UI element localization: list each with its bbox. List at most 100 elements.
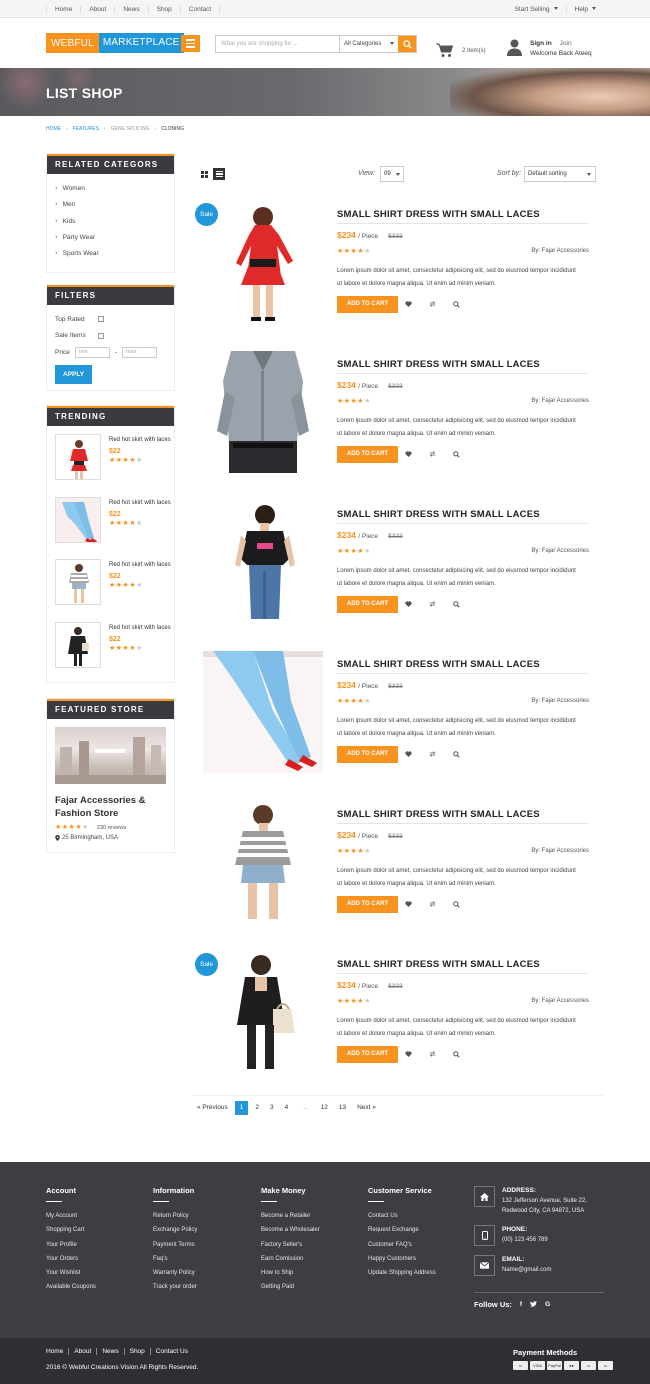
heart-icon[interactable]: [405, 451, 412, 459]
product-image[interactable]: [203, 351, 323, 473]
trending-item[interactable]: Red hot skirt with laces $22 ★★★★★: [47, 426, 174, 489]
help-dropdown[interactable]: Help: [565, 5, 604, 13]
breadcrumb-gene-splicing[interactable]: GENE SPLICING: [111, 126, 150, 132]
product-seller[interactable]: By: Fajar Accessories: [531, 248, 589, 254]
footer-link[interactable]: Exchange Policy: [153, 1225, 197, 1239]
footer-link[interactable]: Contact Us: [368, 1211, 436, 1225]
start-selling-dropdown[interactable]: Start Selling: [507, 6, 566, 13]
footer-link[interactable]: Become a Wholesaler: [261, 1225, 320, 1239]
search-input[interactable]: What you are shopping for ...: [216, 36, 340, 52]
grid-view-button[interactable]: [198, 168, 210, 180]
product-image[interactable]: [203, 651, 323, 773]
footer-link[interactable]: Happy Customers: [368, 1254, 436, 1268]
list-view-button[interactable]: [213, 168, 225, 180]
heart-icon[interactable]: [405, 1051, 412, 1059]
bottom-link-contact[interactable]: Contact Us: [149, 1348, 193, 1355]
sort-select[interactable]: Default sorting: [524, 166, 596, 182]
footer-link[interactable]: Request Exchange: [368, 1225, 436, 1239]
twitter-icon[interactable]: [530, 1300, 538, 1309]
product-image[interactable]: [203, 801, 323, 923]
pagination-page[interactable]: 3: [266, 1101, 278, 1115]
compare-icon[interactable]: [429, 301, 436, 309]
footer-link[interactable]: Become a Retailer: [261, 1211, 320, 1225]
footer-link[interactable]: My Account: [46, 1211, 96, 1225]
heart-icon[interactable]: [405, 901, 412, 909]
trending-item[interactable]: Red hot skirt with laces $22 ★★★★★: [47, 489, 174, 552]
price-max-input[interactable]: max: [121, 346, 157, 358]
pagination-page[interactable]: 4: [281, 1101, 293, 1115]
sign-in-link[interactable]: Sign in: [530, 40, 552, 47]
breadcrumb-features[interactable]: FEATURES: [73, 126, 99, 132]
pagination-page[interactable]: 12: [317, 1101, 332, 1115]
compare-icon[interactable]: [429, 751, 436, 759]
heart-icon[interactable]: [405, 751, 412, 759]
product-seller[interactable]: By: Fajar Accessories: [531, 998, 589, 1004]
price-min-input[interactable]: min: [74, 346, 110, 358]
footer-link[interactable]: How to Ship: [261, 1268, 320, 1282]
footer-link[interactable]: Payment Terms: [153, 1240, 197, 1254]
bottom-link-shop[interactable]: Shop: [123, 1348, 150, 1355]
top-nav-shop[interactable]: Shop: [149, 5, 181, 13]
pagination-page[interactable]: 1: [234, 1101, 249, 1115]
top-nav-contact[interactable]: Contact: [181, 5, 221, 13]
product-title[interactable]: SMALL SHIRT DRESS WITH SMALL LACES: [337, 509, 540, 520]
product-image[interactable]: [203, 501, 323, 623]
footer-link[interactable]: Earn Comission: [261, 1254, 320, 1268]
footer-link[interactable]: Shopping Cart: [46, 1225, 96, 1239]
quick-view-icon[interactable]: [453, 901, 460, 910]
product-image[interactable]: [203, 951, 323, 1073]
top-nav-home[interactable]: Home: [46, 5, 82, 13]
product-image[interactable]: [203, 201, 323, 323]
product-title[interactable]: SMALL SHIRT DRESS WITH SMALL LACES: [337, 959, 540, 970]
sale-items-checkbox[interactable]: [97, 332, 104, 339]
product-seller[interactable]: By: Fajar Accessories: [531, 848, 589, 854]
store-image[interactable]: [55, 727, 166, 784]
trending-item[interactable]: Red hot skirt with laces $22 ★★★★★: [47, 614, 174, 677]
product-title[interactable]: SMALL SHIRT DRESS WITH SMALL LACES: [337, 659, 540, 670]
view-count-select[interactable]: 09: [380, 166, 404, 182]
add-to-cart-button[interactable]: ADD TO CART: [337, 446, 398, 463]
product-seller[interactable]: By: Fajar Accessories: [531, 398, 589, 404]
category-item-sports-wear[interactable]: Sports Wear: [55, 245, 174, 261]
product-title[interactable]: SMALL SHIRT DRESS WITH SMALL LACES: [337, 809, 540, 820]
heart-icon[interactable]: [405, 301, 412, 309]
store-name[interactable]: Fajar Accessories & Fashion Store: [55, 794, 166, 820]
quick-view-icon[interactable]: [453, 601, 460, 610]
footer-link[interactable]: Your Wishlist: [46, 1268, 96, 1282]
top-rated-checkbox[interactable]: [97, 316, 104, 323]
compare-icon[interactable]: [429, 1051, 436, 1059]
footer-link[interactable]: Customer FAQ's: [368, 1240, 436, 1254]
bottom-link-home[interactable]: Home: [46, 1348, 68, 1355]
bottom-link-about[interactable]: About: [68, 1348, 96, 1355]
breadcrumb-home[interactable]: HOME: [46, 126, 61, 132]
compare-icon[interactable]: [429, 901, 436, 909]
cart-widget[interactable]: 2 Item(s): [436, 43, 486, 58]
google-icon[interactable]: G: [545, 1301, 550, 1308]
quick-view-icon[interactable]: [453, 751, 460, 760]
category-item-men[interactable]: Men: [55, 196, 174, 212]
category-item-women[interactable]: Women: [55, 180, 174, 196]
bottom-link-news[interactable]: News: [96, 1348, 123, 1355]
footer-link[interactable]: Return Policy: [153, 1211, 197, 1225]
footer-link[interactable]: Your Orders: [46, 1254, 96, 1268]
add-to-cart-button[interactable]: ADD TO CART: [337, 896, 398, 913]
category-item-party-wear[interactable]: Party Wear: [55, 229, 174, 245]
logo[interactable]: WEBFUL MARKETPLACE: [46, 33, 184, 53]
heart-icon[interactable]: [405, 601, 412, 609]
join-link[interactable]: Join: [560, 40, 572, 47]
search-button[interactable]: [398, 36, 416, 52]
footer-link[interactable]: Factory Seller's: [261, 1240, 320, 1254]
footer-link[interactable]: Getting Paid: [261, 1282, 320, 1296]
top-nav-about[interactable]: About: [81, 5, 116, 13]
footer-link[interactable]: Your Profile: [46, 1240, 96, 1254]
add-to-cart-button[interactable]: ADD TO CART: [337, 596, 398, 613]
footer-link[interactable]: Update Shipping Address: [368, 1268, 436, 1282]
footer-link[interactable]: Track your order: [153, 1282, 197, 1296]
hamburger-menu-button[interactable]: [181, 35, 200, 52]
add-to-cart-button[interactable]: ADD TO CART: [337, 746, 398, 763]
apply-filter-button[interactable]: APPLY: [55, 364, 93, 384]
add-to-cart-button[interactable]: ADD TO CART: [337, 1046, 398, 1063]
category-select[interactable]: All Categories: [340, 36, 398, 52]
quick-view-icon[interactable]: [453, 1051, 460, 1060]
pagination-page[interactable]: 13: [335, 1101, 350, 1115]
